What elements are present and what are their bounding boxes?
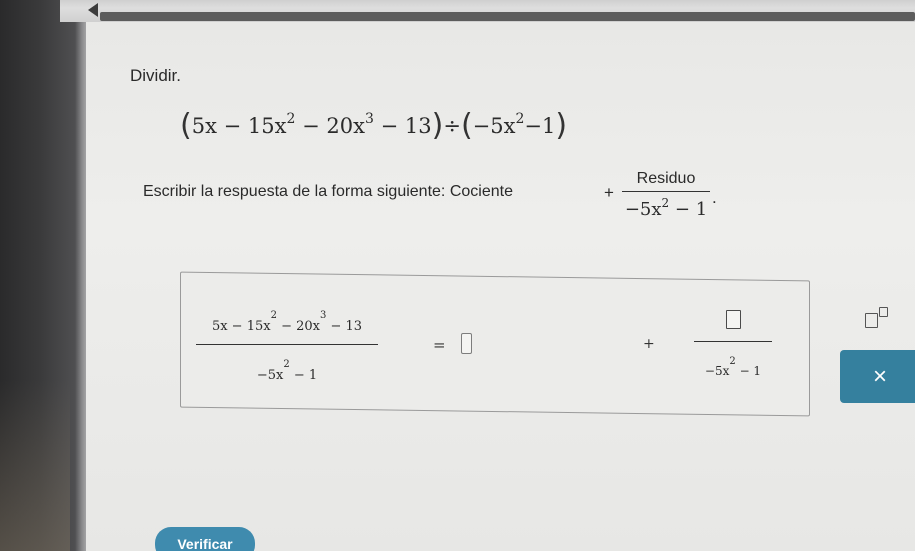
lhs-den-rest: − 1	[289, 368, 318, 383]
progress-bar	[100, 12, 915, 21]
lhs-num-part-a: 5x − 15x	[211, 319, 271, 334]
close-paren-divisor: )	[555, 108, 568, 143]
rhs-numerator	[694, 310, 772, 342]
lhs-den-coef: −5x	[256, 368, 284, 383]
verify-button[interactable]: Verificar	[155, 527, 255, 551]
rhs-den-coef: −5x	[704, 364, 730, 378]
problem-heading: Dividir.	[130, 66, 182, 85]
answer-plus: +	[643, 336, 655, 352]
back-arrow-icon[interactable]	[88, 3, 98, 17]
dividend-term-4: 13	[404, 114, 432, 138]
divisor-term-2: 1	[542, 114, 556, 138]
divisor-op: −	[524, 114, 543, 138]
dividend-term-2: 15x	[247, 114, 287, 138]
clear-button[interactable]: ×	[840, 350, 915, 403]
close-paren: )	[431, 108, 444, 143]
screen: Dividir. (5x − 15x2 − 20x3 − 13)÷(−5x2−1…	[0, 0, 915, 551]
exponent-template-icon[interactable]	[865, 307, 891, 328]
instruction-plus: +	[604, 183, 614, 202]
instruction-period: .	[712, 188, 717, 207]
rhs-den-rest: − 1	[735, 364, 762, 378]
open-paren: (	[180, 108, 192, 143]
exponent-base-box	[865, 313, 878, 328]
answer-lhs-fraction: 5x − 15x2 − 20x3 − 13 −5x2 − 1	[196, 310, 378, 383]
answer-lhs-numerator: 5x − 15x2 − 20x3 − 13	[196, 310, 378, 345]
instruction-denominator-coef: −5x	[624, 199, 662, 220]
open-paren-divisor: (	[460, 108, 473, 143]
instruction-denominator-rest: − 1	[669, 199, 708, 220]
dividend-op-2: −	[302, 114, 320, 138]
dividend-exp-3: 3	[364, 111, 374, 127]
instruction-denominator: −5x2 − 1	[622, 192, 710, 220]
divisor-term-1: −5x	[472, 114, 516, 138]
instruction-numerator: Residuo	[622, 170, 710, 192]
dividend-term-3: 20x	[326, 114, 365, 138]
instruction-text: Escribir la respuesta de la forma siguie…	[143, 183, 513, 200]
quotient-input[interactable]	[461, 333, 472, 354]
exponent-power-box	[879, 307, 888, 317]
dividend-exp-2: 2	[286, 111, 296, 127]
answer-rhs-fraction: −5x2 − 1	[694, 310, 772, 378]
instruction-fraction: Residuo −5x2 − 1	[622, 170, 710, 220]
dividend-op-3: −	[380, 114, 399, 138]
answer-lhs-denominator: −5x2 − 1	[196, 345, 378, 383]
residue-input[interactable]	[725, 310, 741, 329]
dividend-term-1: 5x	[191, 114, 217, 138]
answer-rhs-denominator: −5x2 − 1	[694, 342, 772, 378]
answer-equals: =	[433, 336, 446, 354]
lhs-num-part-c: − 13	[326, 319, 363, 334]
background-edge	[0, 380, 70, 551]
divide-symbol: ÷	[443, 114, 461, 138]
dividend-op-1: −	[223, 114, 242, 138]
problem-expression: (5x − 15x2 − 20x3 − 13)÷(−5x2−1)	[180, 108, 567, 143]
lhs-num-part-b: − 20x	[276, 319, 320, 334]
